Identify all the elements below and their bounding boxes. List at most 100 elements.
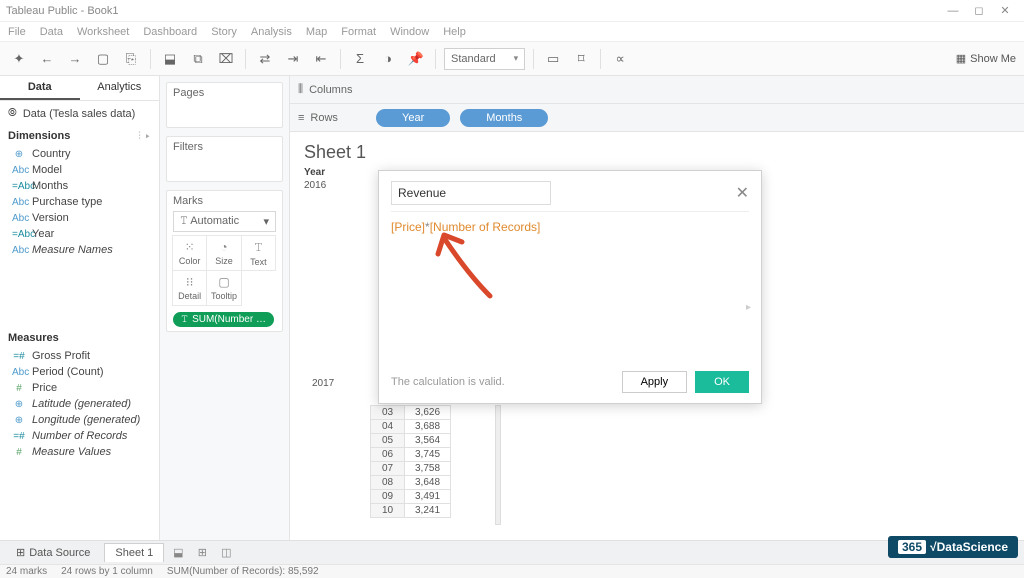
marks-detail[interactable]: ⁝⁝Detail	[172, 270, 207, 306]
abc-icon: Abc	[12, 165, 26, 176]
field-longitude[interactable]: ⊕Longitude (generated)	[0, 412, 159, 428]
field-measure-values[interactable]: #Measure Values	[0, 444, 159, 460]
device-icon[interactable]: ⌑	[570, 48, 592, 70]
field-number-of-records[interactable]: =#Number of Records	[0, 428, 159, 444]
marks-size[interactable]: ◔Size	[206, 235, 241, 271]
field-year[interactable]: =AbcYear	[0, 226, 159, 242]
forward-icon[interactable]: →	[64, 48, 86, 70]
menu-worksheet[interactable]: Worksheet	[77, 26, 129, 38]
expand-icon[interactable]: ▸	[746, 302, 751, 313]
status-rowscols: 24 rows by 1 column	[61, 566, 153, 577]
statusbar: 24 marks 24 rows by 1 column SUM(Number …	[0, 564, 1024, 578]
sort-asc-icon[interactable]: ⇥	[282, 48, 304, 70]
clear-icon[interactable]: ⌧	[215, 48, 237, 70]
table-row: 053,564	[371, 434, 451, 448]
table-row: 073,758	[371, 462, 451, 476]
data-table: 033,626 043,688 053,564 063,745 073,758 …	[370, 405, 451, 518]
size-icon: ◔	[220, 240, 227, 254]
datasource-icon: ⊞	[16, 546, 25, 559]
field-measure-names[interactable]: AbcMeasure Names	[0, 242, 159, 258]
presentation-icon[interactable]: ▭	[542, 48, 564, 70]
tab-datasource[interactable]: ⊞Data Source	[6, 543, 100, 562]
table-row: 043,688	[371, 420, 451, 434]
titlebar: Tableau Public - Book1 — ◻ ✕	[0, 0, 1024, 22]
hash-icon: =#	[12, 351, 26, 362]
filters-shelf[interactable]: Filters	[166, 136, 283, 182]
pages-shelf[interactable]: Pages	[166, 82, 283, 128]
showme-button[interactable]: ▦ Show Me	[956, 52, 1016, 65]
abc-icon: Abc	[12, 213, 26, 224]
datasource-item[interactable]: ⦾ Data (Tesla sales data)	[0, 101, 159, 126]
separator	[245, 49, 246, 69]
new-sheet-icon[interactable]: ⬓	[168, 546, 188, 559]
separator	[435, 49, 436, 69]
year-value-2017: 2017	[312, 378, 334, 389]
dimensions-tools[interactable]: ⫶ ▸	[138, 131, 151, 142]
row-pill-months[interactable]: Months	[460, 109, 548, 127]
menu-data[interactable]: Data	[40, 26, 63, 38]
field-purchase-type[interactable]: AbcPurchase type	[0, 194, 159, 210]
scrollbar[interactable]	[495, 405, 501, 525]
duplicate-icon[interactable]: ⧉	[187, 48, 209, 70]
calc-name-input[interactable]	[391, 181, 551, 205]
field-model[interactable]: AbcModel	[0, 162, 159, 178]
field-months[interactable]: =AbcMonths	[0, 178, 159, 194]
table-row: 083,648	[371, 476, 451, 490]
marks-color[interactable]: ⁙Color	[172, 235, 207, 271]
new-datasource-icon[interactable]: ⎘	[120, 48, 142, 70]
minimize-icon[interactable]: —	[940, 5, 966, 17]
columns-shelf[interactable]: ⫼Columns	[290, 76, 1024, 104]
totals-icon[interactable]: Σ	[349, 48, 371, 70]
menu-story[interactable]: Story	[211, 26, 237, 38]
tab-analytics[interactable]: Analytics	[80, 76, 160, 100]
field-country[interactable]: ⊕Country	[0, 146, 159, 162]
sheet-title[interactable]: Sheet 1	[304, 142, 1010, 163]
rows-shelf[interactable]: ≡Rows Year Months	[290, 104, 1024, 132]
highlight-icon[interactable]: ◑	[377, 48, 399, 70]
new-worksheet-icon[interactable]: ⬓	[159, 48, 181, 70]
close-icon[interactable]: ✕	[736, 183, 749, 203]
separator	[150, 49, 151, 69]
new-story-icon[interactable]: ◫	[216, 546, 236, 559]
watermark-365datascience: 365 √DataScience	[888, 536, 1018, 558]
field-latitude[interactable]: ⊕Latitude (generated)	[0, 396, 159, 412]
field-gross-profit[interactable]: =#Gross Profit	[0, 348, 159, 364]
marks-tooltip[interactable]: ▢Tooltip	[206, 270, 241, 306]
back-icon[interactable]: ←	[36, 48, 58, 70]
field-version[interactable]: AbcVersion	[0, 210, 159, 226]
marks-text[interactable]: 𝚃Text	[241, 235, 276, 271]
dimensions-header: Dimensions ⫶ ▸	[0, 126, 159, 146]
tableau-logo-icon[interactable]: ✦	[8, 48, 30, 70]
new-dashboard-icon[interactable]: ⊞	[192, 546, 212, 559]
calc-formula-editor[interactable]: [Price]*[Number of Records] ▸	[391, 211, 749, 371]
menu-help[interactable]: Help	[443, 26, 466, 38]
swap-icon[interactable]: ⇄	[254, 48, 276, 70]
marks-type-dropdown[interactable]: 𝚃 Automatic▾	[173, 211, 276, 232]
menu-window[interactable]: Window	[390, 26, 429, 38]
columns-icon: ⫼	[298, 83, 303, 96]
ok-button[interactable]: OK	[695, 371, 749, 393]
menu-format[interactable]: Format	[341, 26, 376, 38]
maximize-icon[interactable]: ◻	[966, 4, 992, 17]
sort-desc-icon[interactable]: ⇤	[310, 48, 332, 70]
datasource-icon: ⦾	[8, 107, 17, 120]
menu-file[interactable]: File	[8, 26, 26, 38]
save-icon[interactable]: ▢	[92, 48, 114, 70]
menu-analysis[interactable]: Analysis	[251, 26, 292, 38]
menu-map[interactable]: Map	[306, 26, 327, 38]
abc-icon: =Abc	[12, 181, 26, 192]
tab-sheet1[interactable]: Sheet 1	[104, 543, 164, 562]
marks-pill-sum-number[interactable]: 𝚃 SUM(Number …	[173, 312, 274, 327]
row-pill-year[interactable]: Year	[376, 109, 450, 127]
pin-icon[interactable]: 📌	[405, 48, 427, 70]
field-price[interactable]: #Price	[0, 380, 159, 396]
close-icon[interactable]: ✕	[992, 4, 1018, 17]
detail-icon: ⁝⁝	[186, 275, 194, 289]
menu-dashboard[interactable]: Dashboard	[143, 26, 197, 38]
hash-icon: =#	[12, 431, 26, 442]
share-icon[interactable]: ∝	[609, 48, 631, 70]
fit-dropdown[interactable]: Standard	[444, 48, 525, 70]
field-period-count[interactable]: AbcPeriod (Count)	[0, 364, 159, 380]
apply-button[interactable]: Apply	[622, 371, 688, 393]
tab-data[interactable]: Data	[0, 76, 80, 100]
